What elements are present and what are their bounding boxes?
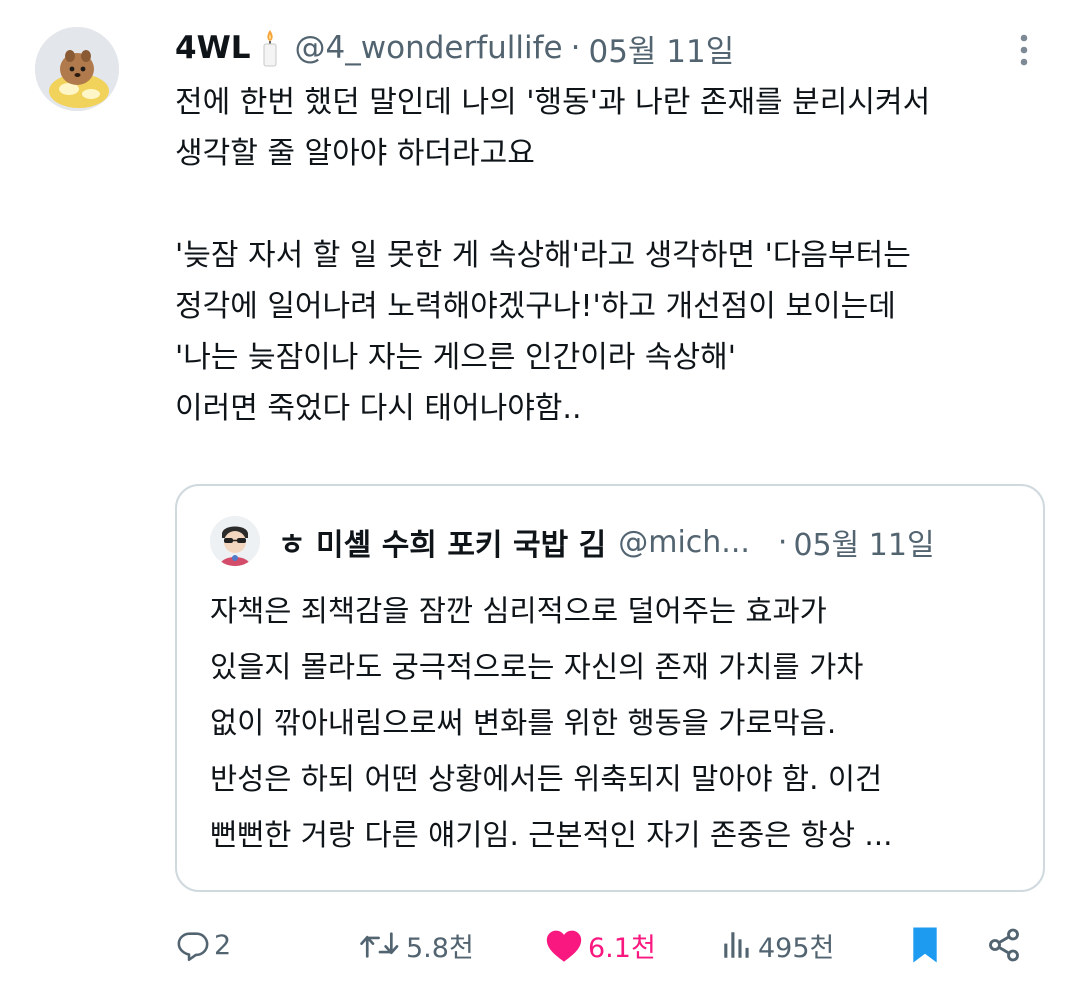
view-count: 495천 xyxy=(758,932,835,964)
tweet-header: 4WL @4_wonderfullife · 05월 11일 xyxy=(175,26,734,70)
avatar-image xyxy=(35,27,119,111)
tweet-date[interactable]: 05월 11일 xyxy=(588,26,734,71)
quoted-tweet-card[interactable]: ㅎ 미셸 수희 포키 국밥 김 @mich... · 05월 11일 자책은 죄… xyxy=(175,484,1045,892)
quoted-author-avatar[interactable] xyxy=(210,516,260,566)
retweet-count: 5.8천 xyxy=(406,932,474,964)
like-count: 6.1천 xyxy=(588,932,656,964)
author-display-name[interactable]: 4WL xyxy=(175,30,251,66)
bookmark-icon xyxy=(913,927,937,963)
quoted-header-separator: · xyxy=(777,524,788,560)
quoted-tweet-header: ㅎ 미셸 수희 포키 국밥 김 @mich... · 05월 11일 xyxy=(278,520,935,564)
quoted-author-display-name[interactable]: ㅎ 미셸 수희 포키 국밥 김 xyxy=(278,520,606,564)
tweet-text: 전에 한번 했던 말인데 나의 '행동'과 나란 존재를 분리시켜서 생각할 줄… xyxy=(175,85,931,426)
views-button[interactable]: 495천 xyxy=(720,920,834,970)
quoted-tweet-date[interactable]: 05월 11일 xyxy=(793,520,934,564)
retweet-button[interactable]: 5.8천 xyxy=(358,920,474,970)
analytics-icon xyxy=(724,932,749,958)
header-separator: · xyxy=(570,30,581,66)
author-avatar[interactable] xyxy=(35,27,119,111)
author-handle[interactable]: @4_wonderfullife xyxy=(295,30,563,66)
candle-icon xyxy=(259,28,281,68)
quoted-avatar-image xyxy=(210,516,260,566)
share-button[interactable] xyxy=(986,920,1022,970)
reply-icon xyxy=(177,932,209,962)
more-vertical-icon xyxy=(1020,34,1028,66)
quoted-author-handle[interactable]: @mich... xyxy=(618,525,750,560)
heart-icon xyxy=(546,930,582,962)
like-button[interactable]: 6.1천 xyxy=(544,920,656,970)
bookmark-button[interactable] xyxy=(910,920,940,970)
retweet-icon xyxy=(360,932,399,958)
quoted-tweet-text: 자책은 죄책감을 잠깐 심리적으로 덜어주는 효과가 있을지 몰라도 궁극적으로… xyxy=(210,594,893,852)
more-options-button[interactable] xyxy=(1010,30,1038,70)
share-icon xyxy=(989,928,1019,962)
reply-count: 2 xyxy=(214,929,232,961)
reply-button[interactable]: 2 xyxy=(176,920,231,970)
